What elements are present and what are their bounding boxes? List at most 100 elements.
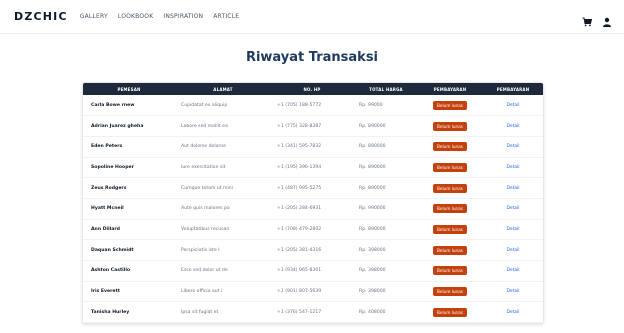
column-header-no-hp: NO. HP	[303, 86, 321, 92]
table-body: Carla Bowe rnew Cupidatat ex aliquip +1 (7…	[83, 95, 543, 324]
cell-detail: Detail	[481, 281, 543, 303]
cell-alamat: Labore sed mollit ea	[175, 115, 271, 137]
table-row: Daquan Schmidt Perspiciatis iste l +1 (205…	[83, 239, 543, 261]
table-row: Adrian Juarez gheha Labore sed mollit ea +…	[83, 115, 543, 137]
payment-status-badge: Belum lunas	[433, 162, 467, 172]
detail-link[interactable]: Detail	[507, 310, 520, 315]
cell-detail: Detail	[481, 95, 543, 117]
cell-pemesan: Iris Everett	[83, 281, 175, 303]
table-row: Eden Peters Aut dolores dolorne +1 (341) 5…	[83, 136, 543, 158]
cell-pembayaran: Belum lunas	[419, 198, 481, 220]
payment-status-badge: Belum lunas	[433, 287, 467, 297]
cell-total-harga: Rp. 398000	[353, 281, 419, 303]
cell-alamat: Esse sed dolor ut de	[175, 260, 271, 282]
column-header-pembayaran: PEMBAYARAN	[433, 86, 467, 92]
detail-link[interactable]: Detail	[507, 248, 520, 253]
column-header-detail: PEMBAYARAN	[496, 86, 530, 92]
cell-pembayaran: Belum lunas	[419, 115, 481, 137]
detail-link[interactable]: Detail	[507, 124, 520, 129]
nav-link-article[interactable]: ARTICLE	[213, 13, 239, 20]
table-row: Carla Bowe rnew Cupidatat ex aliquip +1 (7…	[83, 95, 543, 117]
cell-alamat: Aute quis maiores po	[175, 198, 271, 220]
cell-no-hp: +1 (934) 965-8301	[271, 260, 353, 282]
cell-total-harga: Rp. 398000	[353, 239, 419, 261]
column-header-total-harga: TOTAL HARGA	[369, 86, 403, 92]
table-row: Iris Everett Libero officia aut i +1 (901)…	[83, 281, 543, 303]
cell-pemesan: Ann Dillard	[83, 219, 175, 241]
cell-total-harga: Rp. 890000	[353, 136, 419, 158]
cell-detail: Detail	[481, 115, 543, 137]
payment-status-badge: Belum lunas	[433, 266, 467, 276]
cart-icon-graphic	[582, 17, 593, 26]
cell-pemesan: Carla Bowe rnew	[83, 95, 175, 117]
table-row: Ann Dillard Voluptatibus recusan +1 (708) …	[83, 219, 543, 241]
nav-link-gallery[interactable]: GALLERY	[80, 13, 108, 20]
cell-pemesan: Hyatt Mcneil	[83, 198, 175, 220]
table-header-row: PEMESAN ALAMAT NO. HP TOTAL HARGA PEMBAY…	[83, 83, 543, 95]
payment-status-badge: Belum lunas	[433, 100, 467, 110]
cell-no-hp: +1 (708) 479-2802	[271, 219, 353, 241]
cell-no-hp: +1 (341) 595-7832	[271, 136, 353, 158]
detail-link[interactable]: Detail	[507, 227, 520, 232]
column-header-pemesan: PEMESAN	[117, 86, 141, 92]
user-icon[interactable]	[602, 12, 612, 27]
cell-pembayaran: Belum lunas	[419, 157, 481, 179]
cell-alamat: Perspiciatis iste l	[175, 239, 271, 261]
cell-total-harga: Rp. 890000	[353, 219, 419, 241]
detail-link[interactable]: Detail	[507, 186, 520, 191]
table-row: Hyatt Mcneil Aute quis maiores po +1 (205)…	[83, 198, 543, 220]
nav-link-lookbook[interactable]: LOOKBOOK	[118, 13, 154, 20]
cell-no-hp: +1 (901) 807-5639	[271, 281, 353, 303]
cell-pembayaran: Belum lunas	[419, 177, 481, 199]
cell-detail: Detail	[481, 157, 543, 179]
table-row: Zeus Rodgers Cumque totam ut mini +1 (487)…	[83, 177, 543, 199]
cell-detail: Detail	[481, 198, 543, 220]
payment-status-badge: Belum lunas	[433, 204, 467, 214]
detail-link[interactable]: Detail	[507, 103, 520, 108]
page-title: Riwayat Transaksi	[245, 50, 379, 65]
cell-total-harga: Rp. 990000	[353, 198, 419, 220]
nav-actions	[582, 12, 612, 27]
cell-no-hp: +1 (195) 396-1394	[271, 157, 353, 179]
cell-alamat: Aut dolores dolorne	[175, 136, 271, 158]
detail-link[interactable]: Detail	[507, 144, 520, 149]
detail-link[interactable]: Detail	[507, 206, 520, 211]
cell-pemesan: Adrian Juarez gheha	[83, 115, 175, 137]
cell-no-hp: +1 (775) 328-8387	[271, 115, 353, 137]
detail-link[interactable]: Detail	[507, 289, 520, 294]
cell-pembayaran: Belum lunas	[419, 260, 481, 282]
cell-no-hp: +1 (705) 188-5772	[271, 95, 353, 117]
brand-logo[interactable]: DZCHIC	[14, 10, 68, 23]
cell-pembayaran: Belum lunas	[419, 219, 481, 241]
column-header-alamat: ALAMAT	[213, 86, 233, 92]
cell-pemesan: Daquan Schmidt	[83, 239, 175, 261]
cell-detail: Detail	[481, 301, 543, 324]
cell-no-hp: +1 (487) 995-5275	[271, 177, 353, 199]
cell-no-hp: +1 (205) 381-4316	[271, 239, 353, 261]
cell-no-hp: +1 (205) 284-6931	[271, 198, 353, 220]
cell-alamat: Libero officia aut i	[175, 281, 271, 303]
table-row: Tanisha Hurley Ipsa sit fugiat et +1 (376)…	[83, 301, 543, 324]
cell-pemesan: Eden Peters	[83, 136, 175, 158]
detail-link[interactable]: Detail	[507, 268, 520, 273]
cell-total-harga: Rp. 408000	[353, 301, 419, 324]
cell-pembayaran: Belum lunas	[419, 281, 481, 303]
payment-status-badge: Belum lunas	[433, 142, 467, 152]
payment-status-badge: Belum lunas	[433, 121, 467, 131]
payment-status-badge: Belum lunas	[433, 307, 467, 317]
cell-detail: Detail	[481, 219, 543, 241]
cell-detail: Detail	[481, 136, 543, 158]
cell-alamat: Cupidatat ex aliquip	[175, 95, 271, 117]
cell-pembayaran: Belum lunas	[419, 301, 481, 324]
top-navbar: DZCHIC GALLERY LOOKBOOK INSPIRATION ARTI…	[0, 0, 624, 34]
cell-detail: Detail	[481, 239, 543, 261]
detail-link[interactable]: Detail	[507, 165, 520, 170]
cell-pemesan: Zeus Rodgers	[83, 177, 175, 199]
cell-alamat: Cumque totam ut mini	[175, 177, 271, 199]
nav-link-inspiration[interactable]: INSPIRATION	[163, 13, 203, 20]
cell-no-hp: +1 (376) 547-1217	[271, 301, 353, 324]
payment-status-badge: Belum lunas	[433, 183, 467, 193]
cell-alamat: Ipsa sit fugiat et	[175, 301, 271, 324]
cell-pembayaran: Belum lunas	[419, 95, 481, 117]
cart-icon[interactable]	[582, 12, 593, 26]
